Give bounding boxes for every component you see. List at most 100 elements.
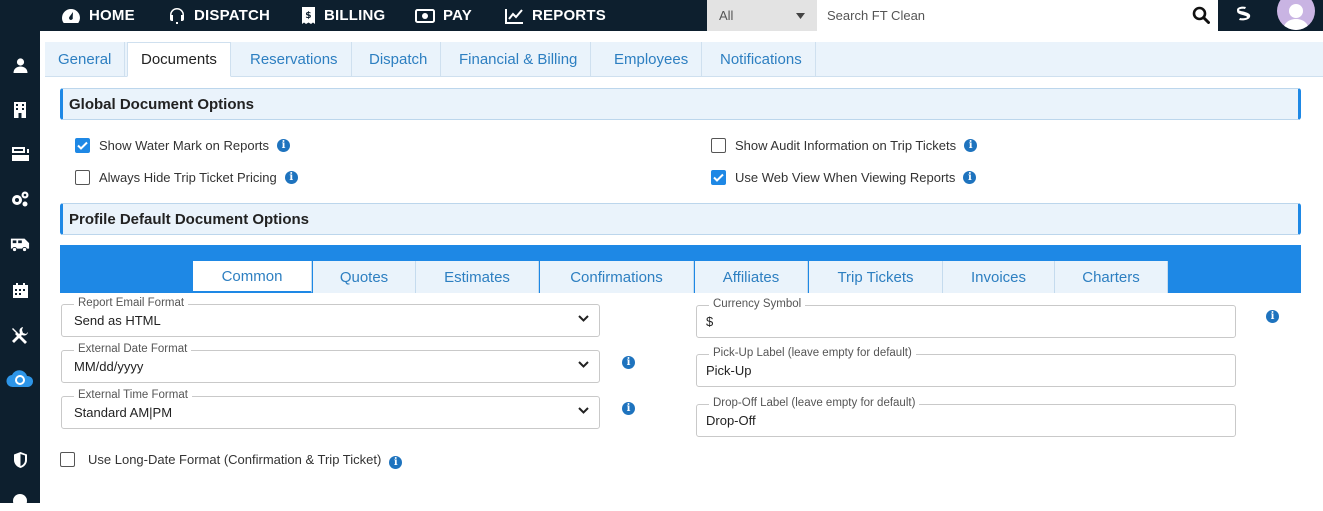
info-icon[interactable]: i: [389, 456, 403, 469]
nav-dispatch[interactable]: DISPATCH: [168, 0, 270, 31]
option-long-date[interactable]: Use Long-Date Format (Confirmation & Tri…: [60, 450, 403, 469]
tab-documents[interactable]: Documents: [127, 42, 231, 77]
nav-home-label: HOME: [89, 7, 135, 24]
user-icon[interactable]: [10, 55, 30, 75]
calendar-icon[interactable]: [10, 280, 30, 300]
watermark-checkbox[interactable]: [75, 138, 90, 153]
web-view-checkbox[interactable]: [711, 170, 726, 185]
watermark-label: Show Water Mark on Reports: [99, 138, 270, 153]
line-chart-icon: [505, 8, 523, 24]
left-sidebar: [0, 31, 40, 508]
settings-tabs: General Documents Reservations Dispatch …: [45, 42, 1323, 77]
search-box: [817, 0, 1218, 31]
option-web-view[interactable]: Use Web View When Viewing Reports i: [711, 170, 977, 185]
user-avatar[interactable]: [1277, 0, 1315, 30]
dropoff-label-input[interactable]: Drop-Off Label (leave empty for default)…: [696, 397, 1236, 437]
report-email-format-value: Send as HTML: [74, 313, 161, 328]
cloud-sync-icon[interactable]: [6, 369, 34, 389]
report-email-format-label: Report Email Format: [74, 297, 189, 309]
help-icon[interactable]: [10, 491, 30, 511]
bus-icon[interactable]: [10, 234, 30, 254]
info-icon[interactable]: i: [277, 139, 291, 152]
subtab-charters[interactable]: Charters: [1055, 261, 1168, 293]
option-audit-info[interactable]: Show Audit Information on Trip Tickets i: [711, 138, 978, 153]
pickup-label-caption: Pick-Up Label (leave empty for default): [709, 347, 916, 359]
nav-pay[interactable]: PAY: [415, 0, 472, 31]
tab-notifications[interactable]: Notifications: [707, 42, 816, 77]
currency-symbol-label: Currency Symbol: [709, 298, 806, 310]
external-time-format-label: External Time Format: [74, 389, 192, 401]
chevron-down-icon: [578, 407, 589, 414]
long-date-checkbox[interactable]: [60, 452, 75, 467]
search-input[interactable]: [827, 8, 1187, 23]
headset-icon: [170, 7, 184, 24]
top-navbar: HOME DISPATCH $ BILLING PAY REPORTS All: [0, 0, 1323, 31]
subtab-common[interactable]: Common: [193, 261, 312, 293]
currency-symbol-value: $: [706, 314, 714, 329]
profile-options-heading: Profile Default Document Options: [60, 203, 1301, 235]
option-hide-pricing[interactable]: Always Hide Trip Ticket Pricing i: [75, 170, 298, 185]
external-time-format-value: Standard AM|PM: [74, 405, 173, 420]
tab-reservations[interactable]: Reservations: [237, 42, 352, 77]
info-icon[interactable]: i: [1266, 310, 1279, 323]
search-icon[interactable]: [1192, 6, 1210, 24]
nav-home[interactable]: HOME: [61, 0, 135, 31]
dashboard-icon: [62, 8, 80, 23]
caret-down-icon: [796, 12, 805, 19]
cash-register-icon[interactable]: [10, 144, 30, 164]
external-date-format-label: External Date Format: [74, 343, 192, 355]
external-time-format-select[interactable]: External Time Format Standard AM|PM: [61, 389, 600, 429]
nav-pay-label: PAY: [443, 7, 472, 24]
currency-symbol-input[interactable]: Currency Symbol $: [696, 298, 1236, 338]
tab-employees[interactable]: Employees: [601, 42, 703, 77]
nav-dispatch-label: DISPATCH: [194, 7, 271, 24]
tools-icon[interactable]: [10, 325, 30, 345]
svg-text:$: $: [305, 11, 311, 21]
info-icon[interactable]: i: [964, 139, 978, 152]
info-icon[interactable]: i: [622, 356, 635, 369]
search-scope-select[interactable]: All: [707, 0, 817, 31]
tab-general[interactable]: General: [45, 42, 126, 77]
external-date-format-value: MM/dd/yyyy: [74, 359, 144, 374]
global-options-heading: Global Document Options: [60, 88, 1301, 120]
building-icon[interactable]: [10, 99, 30, 119]
nav-billing-label: BILLING: [324, 7, 386, 24]
info-icon[interactable]: i: [622, 402, 635, 415]
info-icon[interactable]: i: [963, 171, 977, 184]
subtab-invoices[interactable]: Invoices: [943, 261, 1055, 293]
search-scope-value: All: [719, 8, 734, 23]
subtab-trip-tickets[interactable]: Trip Tickets: [809, 261, 943, 293]
subtab-confirmations[interactable]: Confirmations: [540, 261, 694, 293]
global-search: All: [707, 0, 1218, 31]
switch-company-icon[interactable]: [1233, 4, 1257, 24]
hide-pricing-label: Always Hide Trip Ticket Pricing: [99, 170, 277, 185]
subtab-affiliates[interactable]: Affiliates: [695, 261, 808, 293]
dropoff-label-value: Drop-Off: [706, 413, 756, 428]
tab-financial-billing[interactable]: Financial & Billing: [446, 42, 592, 77]
nav-reports[interactable]: REPORTS: [505, 0, 606, 31]
long-date-label: Use Long-Date Format (Confirmation & Tri…: [88, 452, 382, 467]
dropoff-label-caption: Drop-Off Label (leave empty for default): [709, 397, 920, 409]
subtab-quotes[interactable]: Quotes: [313, 261, 416, 293]
nav-billing[interactable]: $ BILLING: [301, 0, 385, 31]
pickup-label-value: Pick-Up: [706, 363, 752, 378]
info-icon[interactable]: i: [284, 171, 298, 184]
tab-dispatch[interactable]: Dispatch: [356, 42, 442, 77]
invoice-icon: $: [302, 7, 315, 24]
option-watermark[interactable]: Show Water Mark on Reports i: [75, 138, 291, 153]
money-icon: [415, 8, 435, 23]
report-email-format-select[interactable]: Report Email Format Send as HTML: [61, 297, 600, 337]
audit-info-checkbox[interactable]: [711, 138, 726, 153]
audit-info-label: Show Audit Information on Trip Tickets: [735, 138, 957, 153]
hide-pricing-checkbox[interactable]: [75, 170, 90, 185]
gears-icon[interactable]: [10, 189, 30, 209]
shield-icon[interactable]: [10, 450, 30, 470]
pickup-label-input[interactable]: Pick-Up Label (leave empty for default) …: [696, 347, 1236, 387]
main-content: General Documents Reservations Dispatch …: [45, 31, 1323, 503]
web-view-label: Use Web View When Viewing Reports: [735, 170, 956, 185]
external-date-format-select[interactable]: External Date Format MM/dd/yyyy: [61, 343, 600, 383]
subtab-estimates[interactable]: Estimates: [416, 261, 539, 293]
chevron-down-icon: [578, 361, 589, 368]
chevron-down-icon: [578, 315, 589, 322]
nav-reports-label: REPORTS: [532, 7, 606, 24]
